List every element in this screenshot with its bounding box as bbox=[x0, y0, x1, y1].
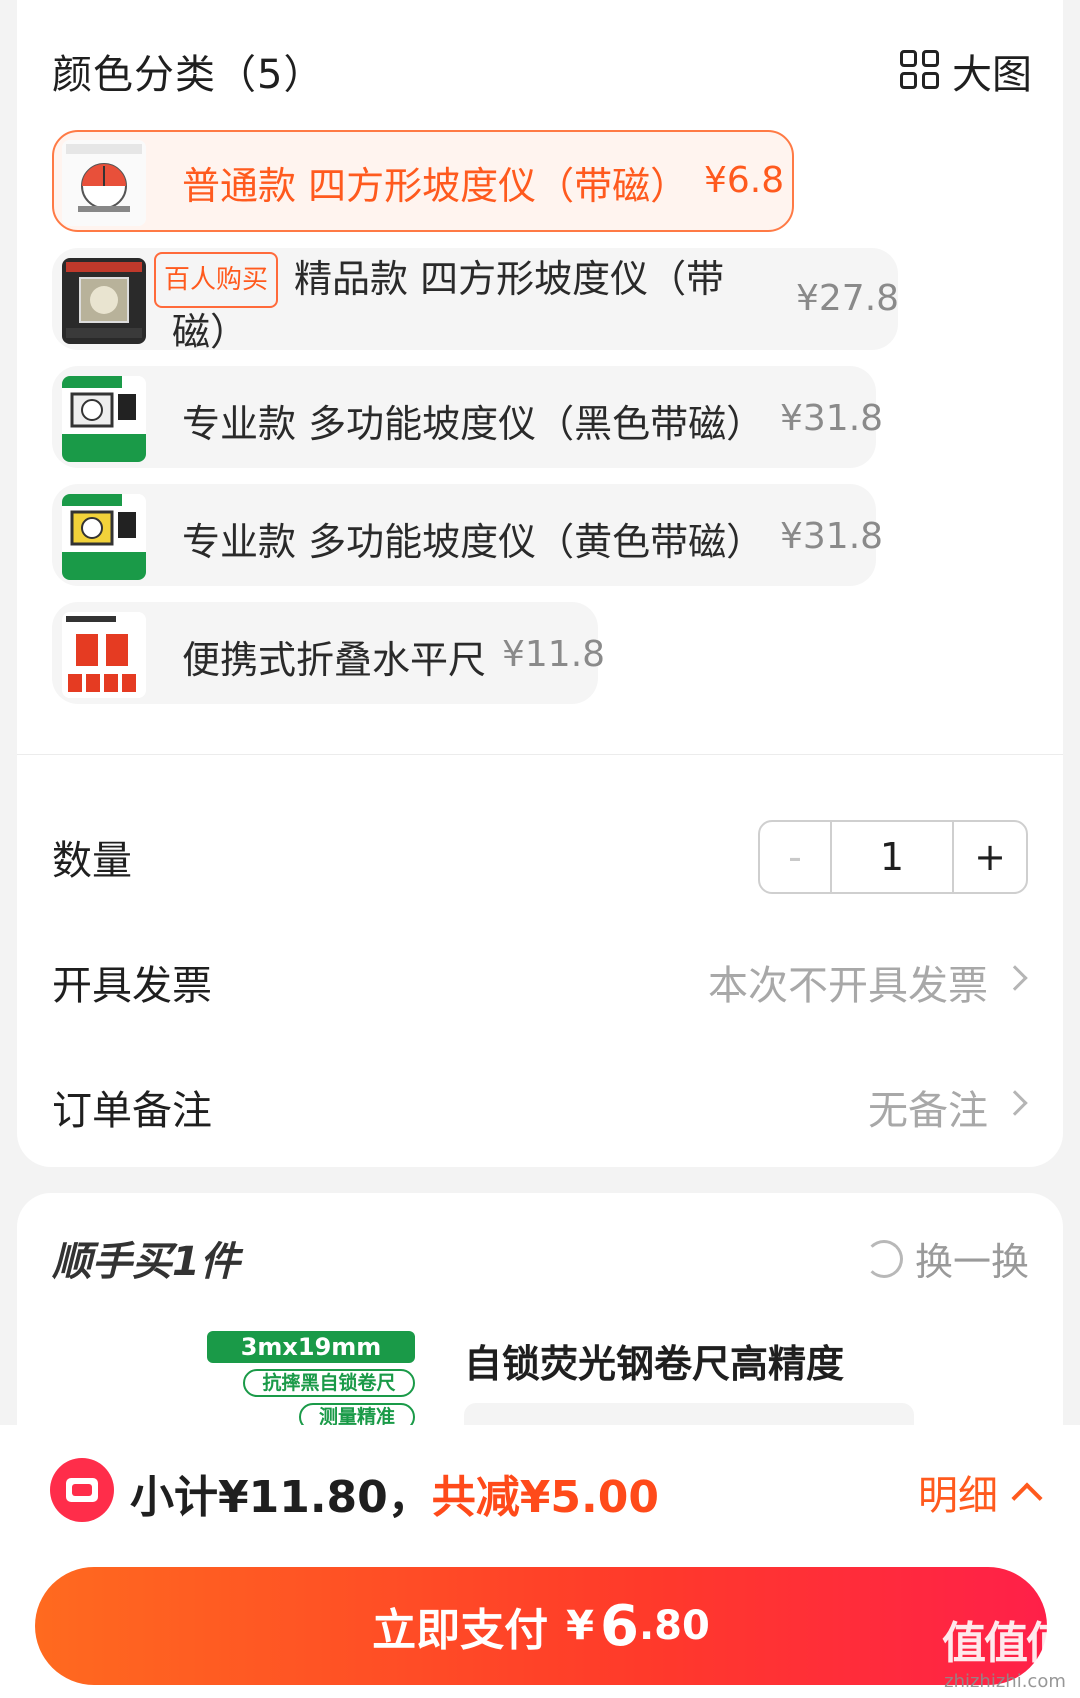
detail-button[interactable]: 明细 bbox=[918, 1463, 998, 1521]
color-category-header: 颜色分类（5） 大图 bbox=[52, 38, 1032, 98]
variant-price: ¥11.8 bbox=[502, 634, 606, 675]
invoice-label: 开具发票 bbox=[52, 963, 212, 1009]
grid-view-icon bbox=[900, 50, 942, 92]
variant-option-2[interactable]: 百人购买 精品款 四方形坡度仪（带 磁） ¥27.8 bbox=[52, 248, 900, 354]
watermark-logo: 值值值 bbox=[942, 1618, 1070, 1669]
variant-name: 专业款 多功能坡度仪（黑色带磁） bbox=[182, 402, 765, 446]
big-image-label: 大图 bbox=[952, 52, 1032, 98]
refresh-icon bbox=[864, 1239, 903, 1278]
quantity-value[interactable]: 1 bbox=[832, 822, 954, 892]
variant-thumbnail bbox=[62, 258, 146, 344]
increment-button[interactable]: + bbox=[954, 822, 1026, 892]
watermark: 值值值 zhizhizhi.com bbox=[942, 1607, 1070, 1692]
quantity-stepper[interactable]: - 1 + bbox=[758, 820, 1028, 894]
variant-thumbnail bbox=[62, 612, 146, 698]
remark-label: 订单备注 bbox=[52, 1088, 212, 1134]
coupon-icon bbox=[50, 1458, 114, 1522]
remark-row[interactable]: 订单备注 无备注 bbox=[52, 1070, 1028, 1140]
addon-product-name[interactable]: 自锁荧光钢卷尺高精度 bbox=[464, 1333, 844, 1388]
variant-option-1[interactable]: 普通款 四方形坡度仪（带磁） ¥6.8 bbox=[52, 130, 794, 232]
variant-price: ¥31.8 bbox=[780, 398, 884, 439]
chevron-right-icon bbox=[1002, 1090, 1028, 1116]
addon-card: 顺手买1件 换一换 3mx19mm 抗摔黑自锁卷尺 测量精准 自锁荧光钢卷尺高精… bbox=[17, 1193, 1063, 1453]
variant-option-3[interactable]: 专业款 多功能坡度仪（黑色带磁） ¥31.8 bbox=[52, 366, 883, 468]
swap-label: 换一换 bbox=[914, 1240, 1029, 1284]
remark-value: 无备注 bbox=[868, 1088, 988, 1134]
variant-name: 普通款 四方形坡度仪（带磁） bbox=[182, 164, 689, 208]
variant-price: ¥27.8 bbox=[796, 278, 900, 319]
chevron-right-icon bbox=[1002, 965, 1028, 991]
size-badge: 3mx19mm bbox=[207, 1331, 415, 1363]
pay-currency: ¥ bbox=[566, 1603, 594, 1649]
variant-thumbnail bbox=[62, 494, 146, 580]
quantity-row: 数量 - 1 + bbox=[52, 820, 1028, 894]
variant-name: 专业款 多功能坡度仪（黄色带磁） bbox=[182, 520, 765, 564]
variant-thumbnail bbox=[62, 376, 146, 462]
invoice-row[interactable]: 开具发票 本次不开具发票 bbox=[52, 945, 1028, 1015]
invoice-value: 本次不开具发票 bbox=[708, 963, 988, 1009]
big-image-toggle[interactable]: 大图 bbox=[900, 42, 1032, 100]
chevron-up-icon[interactable] bbox=[1011, 1482, 1043, 1514]
quantity-label: 数量 bbox=[52, 838, 132, 884]
subtotal-text: 小计¥11.80，共减¥5.00 bbox=[130, 1461, 659, 1525]
variant-option-4[interactable]: 专业款 多功能坡度仪（黄色带磁） ¥31.8 bbox=[52, 484, 883, 586]
variant-thumbnail bbox=[62, 140, 146, 226]
addon-title: 顺手买1件 bbox=[52, 1239, 240, 1285]
pay-label: 立即支付 bbox=[372, 1605, 549, 1656]
variant-price: ¥31.8 bbox=[780, 516, 884, 557]
discount-amount: 共减¥5.00 bbox=[431, 1472, 659, 1523]
pay-amount-integer: 6 bbox=[600, 1593, 639, 1659]
feature-badge: 抗摔黑自锁卷尺 bbox=[243, 1369, 415, 1397]
checkout-bar: 小计¥11.80，共减¥5.00 明细 立即支付 ¥ 6 .80 值值值 zhi… bbox=[0, 1425, 1080, 1698]
pay-amount-decimal: .80 bbox=[638, 1603, 710, 1649]
swap-button[interactable]: 换一换 bbox=[864, 1231, 1029, 1286]
variant-option-5[interactable]: 便携式折叠水平尺 ¥11.8 bbox=[52, 602, 605, 704]
section-divider bbox=[17, 754, 1063, 755]
variant-name: 百人购买 精品款 四方形坡度仪（带 磁） bbox=[154, 252, 754, 356]
variant-name: 便携式折叠水平尺 bbox=[182, 638, 487, 682]
variant-price: ¥6.8 bbox=[704, 160, 785, 201]
decrement-button[interactable]: - bbox=[760, 822, 832, 892]
pay-now-button[interactable]: 立即支付 ¥ 6 .80 bbox=[35, 1567, 1047, 1685]
watermark-url: zhizhizhi.com bbox=[944, 1671, 1066, 1692]
popular-tag: 百人购买 bbox=[154, 252, 279, 308]
color-category-title: 颜色分类（5） bbox=[52, 52, 325, 98]
subtotal-amount: 小计¥11.80， bbox=[130, 1472, 432, 1523]
